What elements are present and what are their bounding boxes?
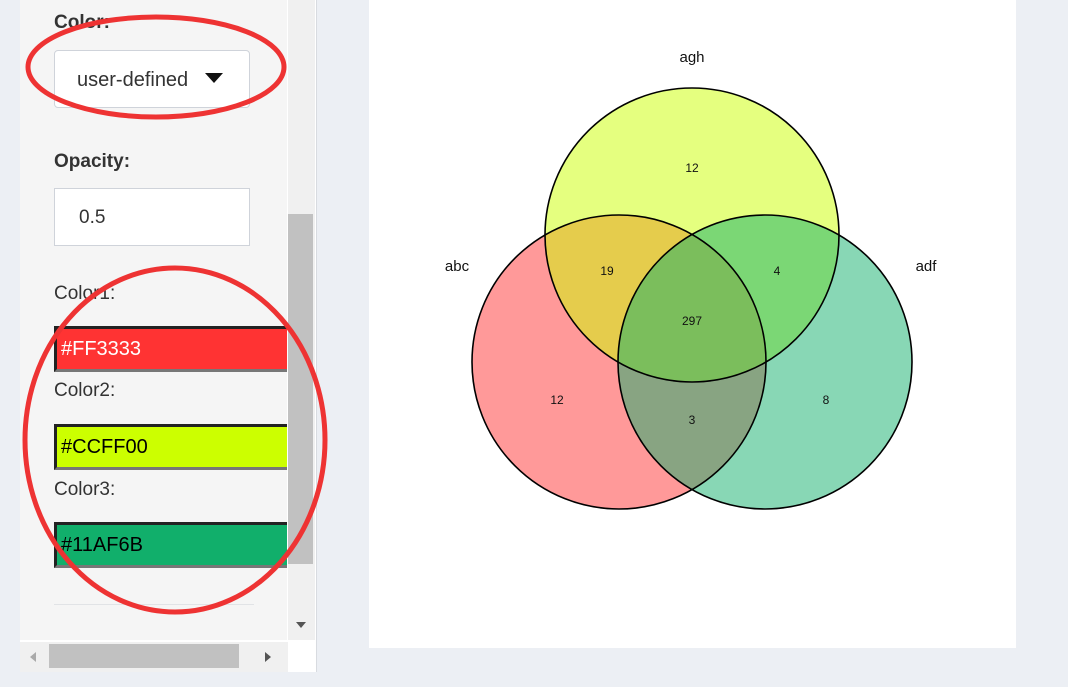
venn-diagram: abc agh adf 12 19 4 297 12 8 3 <box>445 49 938 510</box>
region-count-all: 297 <box>682 314 702 328</box>
opacity-value: 0.5 <box>79 207 106 228</box>
region-count-abc-adf: 3 <box>689 413 696 427</box>
plot-panel: abc agh adf 12 19 4 297 12 8 3 <box>369 0 1016 648</box>
color-select-value: user-defined <box>77 69 189 91</box>
color-label: Color: <box>54 12 110 33</box>
color1-label: Color1: <box>54 283 116 304</box>
color1-value: #FF3333 <box>61 338 142 360</box>
scroll-left-arrow-icon[interactable] <box>30 652 36 662</box>
color2-input[interactable]: #CCFF00 <box>54 424 287 470</box>
color3-value: #11AF6B <box>61 534 143 556</box>
color3-input[interactable]: #11AF6B <box>54 522 287 568</box>
vertical-scroll-thumb[interactable] <box>288 214 313 564</box>
color-select[interactable]: user-defined <box>54 50 250 108</box>
horizontal-scrollbar[interactable] <box>20 642 288 672</box>
set-label-adf: adf <box>916 258 938 275</box>
opacity-label: Opacity: <box>54 151 131 172</box>
opacity-input[interactable]: 0.5 <box>54 188 250 246</box>
color3-label: Color3: <box>54 479 116 500</box>
chevron-down-icon <box>205 73 223 83</box>
color1-input[interactable]: #FF3333 <box>54 326 287 372</box>
set-label-agh: agh <box>679 49 704 66</box>
region-count-abc-agh: 19 <box>600 264 614 278</box>
region-count-agh-adf: 4 <box>774 264 781 278</box>
region-count-adf-only: 8 <box>823 393 830 407</box>
region-count-agh-only: 12 <box>685 161 699 175</box>
scroll-down-arrow-icon[interactable] <box>296 622 306 628</box>
scroll-right-arrow-icon[interactable] <box>265 652 271 662</box>
region-count-abc-only: 12 <box>550 393 564 407</box>
horizontal-scroll-thumb[interactable] <box>49 644 239 668</box>
divider <box>54 604 254 605</box>
sidebar-panel: Color: user-defined Opacity: 0.5 Color1:… <box>20 0 287 640</box>
set-label-abc: abc <box>445 258 470 275</box>
color2-label: Color2: <box>54 380 116 401</box>
vertical-scrollbar[interactable] <box>288 0 315 640</box>
color2-value: #CCFF00 <box>61 436 148 458</box>
